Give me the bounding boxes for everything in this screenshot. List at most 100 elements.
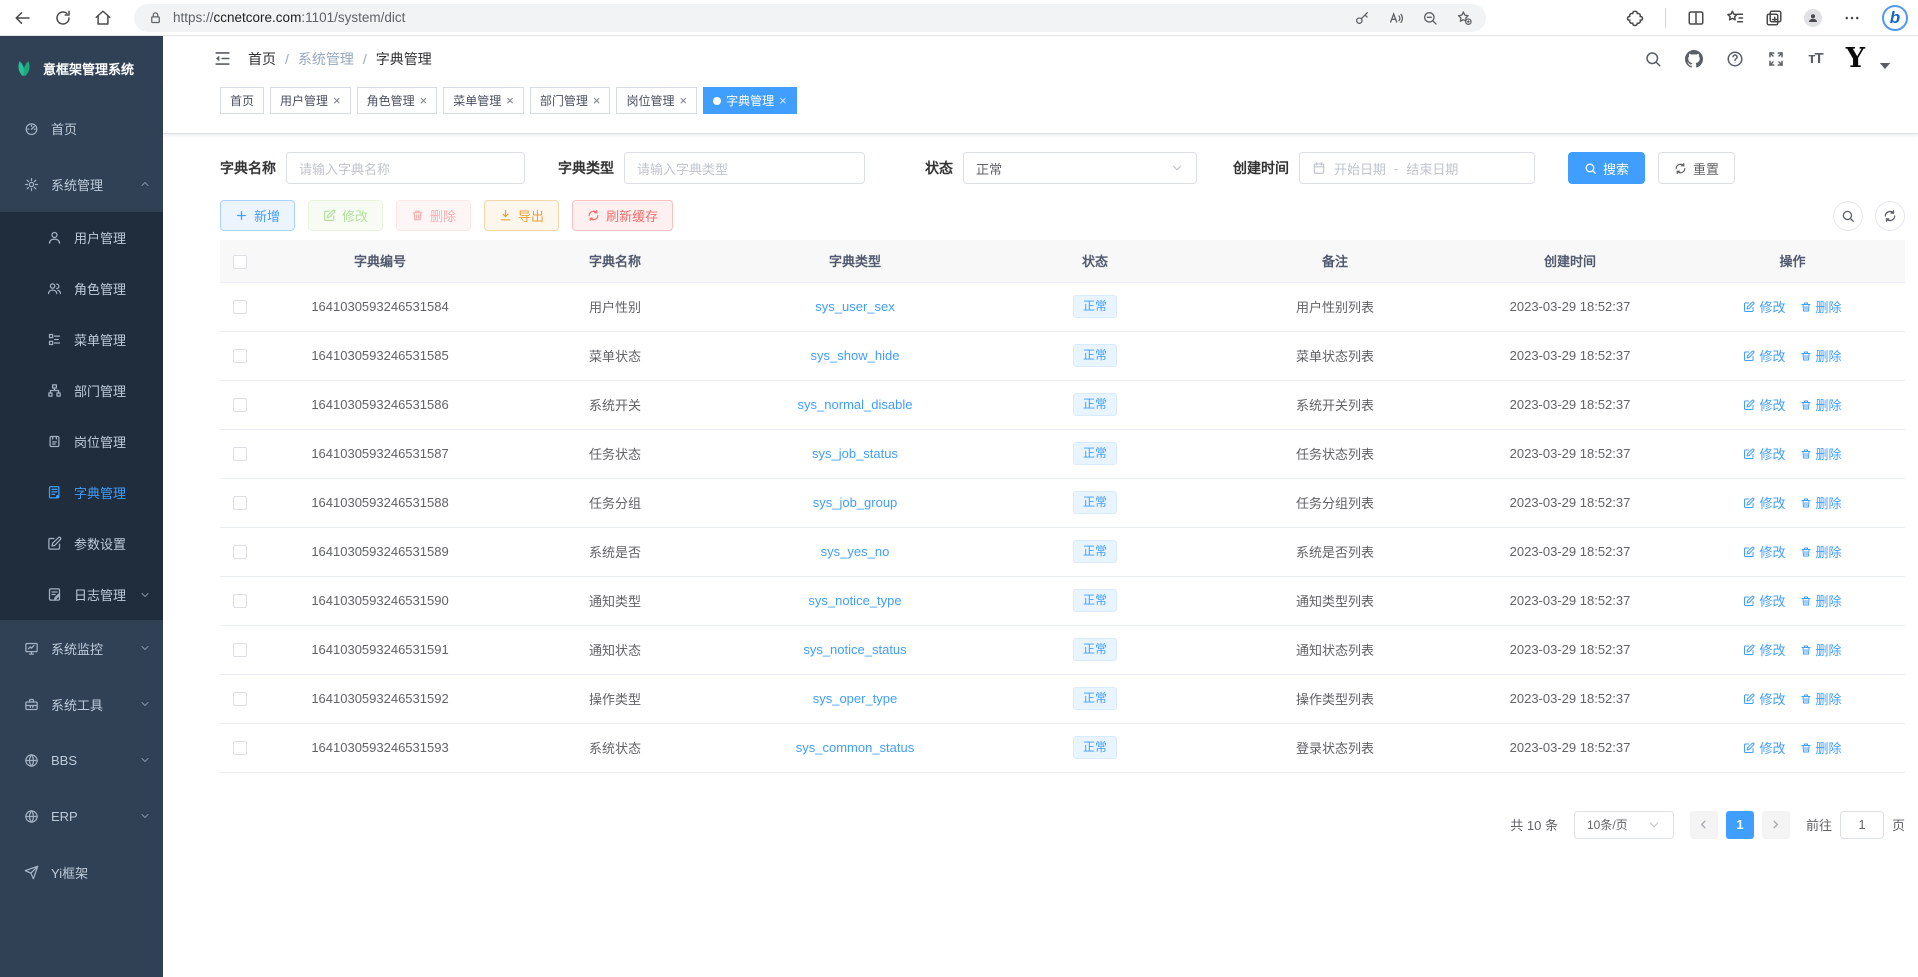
breadcrumb-system[interactable]: 系统管理 [298, 49, 354, 69]
tab-1[interactable]: 用户管理× [270, 87, 351, 114]
row-checkbox[interactable] [233, 692, 247, 706]
row-checkbox[interactable] [233, 447, 247, 461]
favorites-bar-icon[interactable] [1726, 9, 1744, 27]
end-date-input[interactable]: 结束日期 [1406, 159, 1458, 178]
row-checkbox[interactable] [233, 545, 247, 559]
sidebar-item-3[interactable]: 角色管理 [0, 263, 163, 314]
collections-icon[interactable] [1765, 9, 1783, 27]
prev-page-button[interactable] [1690, 811, 1718, 839]
fullscreen-icon[interactable] [1767, 50, 1785, 68]
sidebar-item-0[interactable]: 首页 [0, 100, 163, 156]
sidebar-item-12[interactable]: BBS [0, 732, 163, 788]
row-delete-button[interactable]: 删除 [1800, 297, 1842, 316]
dict-name-input[interactable]: 请输入字典名称 [286, 152, 525, 184]
dict-type-link[interactable]: sys_notice_status [803, 642, 906, 657]
breadcrumb-home[interactable]: 首页 [248, 49, 276, 69]
row-edit-button[interactable]: 修改 [1743, 297, 1785, 316]
select-all-checkbox[interactable] [233, 255, 247, 269]
row-edit-button[interactable]: 修改 [1743, 738, 1785, 757]
row-edit-button[interactable]: 修改 [1743, 346, 1785, 365]
add-button[interactable]: 新增 [220, 200, 295, 231]
page-size-select[interactable]: 10条/页 [1574, 811, 1674, 839]
sidebar-item-7[interactable]: 字典管理 [0, 467, 163, 518]
tab-6[interactable]: 字典管理× [703, 87, 797, 114]
row-edit-button[interactable]: 修改 [1743, 444, 1785, 463]
github-icon[interactable] [1685, 50, 1703, 68]
hamburger-icon[interactable] [213, 49, 232, 68]
read-aloud-icon[interactable] [1388, 10, 1404, 26]
tab-5[interactable]: 岗位管理× [616, 87, 697, 114]
current-page-button[interactable]: 1 [1726, 811, 1754, 839]
row-edit-button[interactable]: 修改 [1743, 689, 1785, 708]
sidebar-item-6[interactable]: 岗位管理 [0, 416, 163, 467]
row-checkbox[interactable] [233, 741, 247, 755]
tab-close-icon[interactable]: × [779, 94, 787, 107]
row-checkbox[interactable] [233, 496, 247, 510]
sidebar-item-5[interactable]: 部门管理 [0, 365, 163, 416]
row-delete-button[interactable]: 删除 [1800, 395, 1842, 414]
dict-type-link[interactable]: sys_normal_disable [798, 397, 913, 412]
sidebar-item-8[interactable]: 参数设置 [0, 518, 163, 569]
bing-chat-icon[interactable]: b [1882, 5, 1908, 31]
browser-menu-icon[interactable] [1843, 9, 1861, 27]
row-delete-button[interactable]: 删除 [1800, 444, 1842, 463]
row-edit-button[interactable]: 修改 [1743, 542, 1785, 561]
font-size-icon[interactable]: тT [1808, 50, 1823, 67]
goto-page-input[interactable]: 1 [1840, 811, 1884, 839]
password-key-icon[interactable] [1354, 10, 1370, 26]
date-range-picker[interactable]: 开始日期 - 结束日期 [1299, 152, 1535, 184]
tab-close-icon[interactable]: × [593, 94, 601, 107]
dict-type-link[interactable]: sys_yes_no [821, 544, 890, 559]
show-search-button[interactable] [1833, 201, 1863, 231]
export-button[interactable]: 导出 [484, 200, 559, 231]
refresh-cache-button[interactable]: 刷新缓存 [572, 200, 673, 231]
user-avatar[interactable]: Y [1846, 45, 1865, 72]
dict-type-link[interactable]: sys_user_sex [815, 299, 894, 314]
delete-button[interactable]: 删除 [396, 200, 471, 231]
row-edit-button[interactable]: 修改 [1743, 640, 1785, 659]
refresh-table-button[interactable] [1875, 201, 1905, 231]
sidebar-item-9[interactable]: 日志管理 [0, 569, 163, 620]
sidebar-item-2[interactable]: 用户管理 [0, 212, 163, 263]
favorite-add-icon[interactable] [1456, 10, 1472, 26]
dict-type-link[interactable]: sys_job_group [813, 495, 898, 510]
row-edit-button[interactable]: 修改 [1743, 591, 1785, 610]
dict-type-input[interactable]: 请输入字典类型 [624, 152, 865, 184]
start-date-input[interactable]: 开始日期 [1334, 159, 1386, 178]
row-delete-button[interactable]: 删除 [1800, 591, 1842, 610]
header-search-icon[interactable] [1644, 50, 1662, 68]
sidebar-item-10[interactable]: 系统监控 [0, 620, 163, 676]
dict-type-link[interactable]: sys_oper_type [813, 691, 898, 706]
sidebar-item-11[interactable]: 系统工具 [0, 676, 163, 732]
reset-button[interactable]: 重置 [1658, 152, 1735, 184]
tab-0[interactable]: 首页 [220, 87, 264, 114]
home-icon[interactable] [94, 9, 112, 27]
row-delete-button[interactable]: 删除 [1800, 738, 1842, 757]
tab-close-icon[interactable]: × [333, 94, 341, 107]
help-icon[interactable] [1726, 50, 1744, 68]
tab-close-icon[interactable]: × [506, 94, 514, 107]
tab-close-icon[interactable]: × [420, 94, 428, 107]
sidebar-item-1[interactable]: 系统管理 [0, 156, 163, 212]
row-checkbox[interactable] [233, 643, 247, 657]
split-screen-icon[interactable] [1687, 9, 1705, 27]
row-delete-button[interactable]: 删除 [1800, 346, 1842, 365]
row-edit-button[interactable]: 修改 [1743, 395, 1785, 414]
sidebar-item-13[interactable]: ERP [0, 788, 163, 844]
next-page-button[interactable] [1762, 811, 1790, 839]
dict-type-link[interactable]: sys_job_status [812, 446, 898, 461]
zoom-out-icon[interactable] [1422, 10, 1438, 26]
row-checkbox[interactable] [233, 300, 247, 314]
dict-type-link[interactable]: sys_show_hide [811, 348, 900, 363]
dict-type-link[interactable]: sys_common_status [796, 740, 915, 755]
row-checkbox[interactable] [233, 594, 247, 608]
sidebar-item-14[interactable]: Yi框架 [0, 844, 163, 900]
tab-4[interactable]: 部门管理× [530, 87, 611, 114]
edit-button[interactable]: 修改 [308, 200, 383, 231]
sidebar-item-4[interactable]: 菜单管理 [0, 314, 163, 365]
back-icon[interactable] [14, 9, 32, 27]
extensions-icon[interactable] [1626, 9, 1644, 27]
lock-icon[interactable] [148, 10, 163, 25]
browser-profile-avatar[interactable] [1804, 9, 1822, 27]
row-checkbox[interactable] [233, 398, 247, 412]
